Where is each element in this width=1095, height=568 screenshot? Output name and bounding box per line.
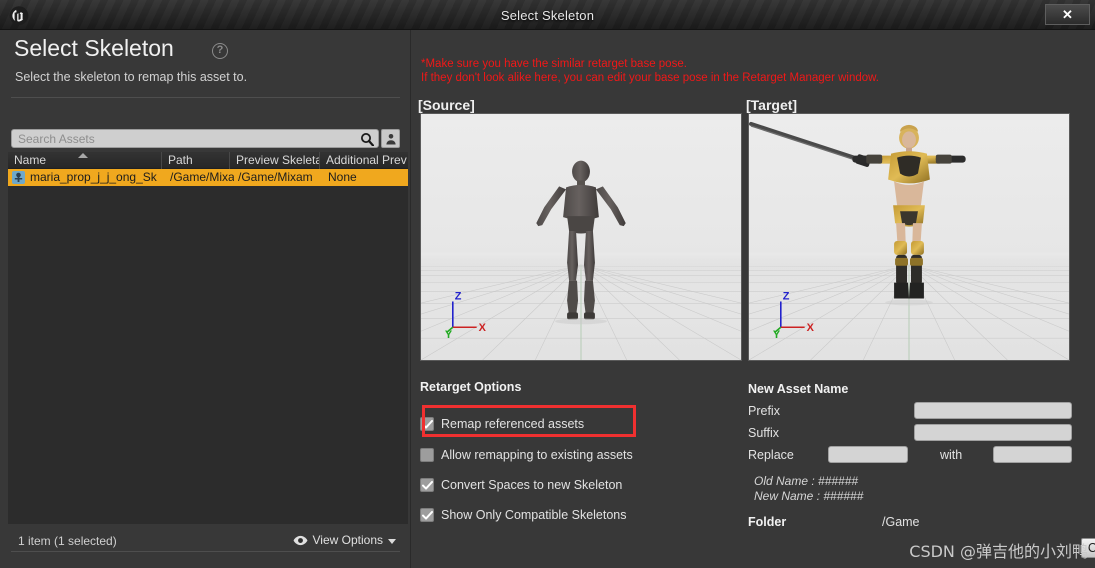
svg-text:Y: Y xyxy=(445,329,453,341)
select-skeleton-dialog: Select Skeleton ✕ Select Skeleton ? Sele… xyxy=(0,0,1095,568)
window-titlebar: Select Skeleton ✕ xyxy=(0,0,1095,30)
replace-input[interactable] xyxy=(829,448,907,464)
with-field[interactable] xyxy=(993,446,1072,464)
retarget-preview-panel: *Make sure you have the similar retarget… xyxy=(412,30,1095,568)
checkbox-convert-spaces-new-skeleton[interactable]: Convert Spaces to new Skeleton xyxy=(420,477,720,493)
folder-label: Folder xyxy=(748,515,787,529)
source-label: [Source] xyxy=(418,97,475,113)
with-input[interactable] xyxy=(994,448,1071,464)
folder-value: /Game xyxy=(882,515,920,529)
source-viewport-render: Z X Y xyxy=(421,114,741,360)
asset-picker-panel: Select Skeleton ? Select the skeleton to… xyxy=(0,30,411,568)
column-header-preview-skeletal[interactable]: Preview Skeleta xyxy=(230,152,320,169)
sort-ascending-icon xyxy=(78,153,88,158)
skeleton-asset-icon xyxy=(8,169,26,186)
svg-text:X: X xyxy=(479,322,487,334)
watermark: CSDN @弹吉他的小刘鸭 xyxy=(909,542,1088,561)
column-header-additional-preview[interactable]: Additional Prev xyxy=(320,152,408,169)
checkbox-label: Allow remapping to existing assets xyxy=(441,448,633,462)
eye-icon xyxy=(293,535,307,545)
replace-label: Replace xyxy=(748,448,794,462)
window-title: Select Skeleton xyxy=(500,7,595,23)
suffix-input[interactable] xyxy=(915,426,1071,442)
cell-path: /Game/Mixa xyxy=(170,170,234,184)
cell-additional-preview: None xyxy=(328,170,357,184)
checkbox-allow-remapping-existing-assets[interactable]: Allow remapping to existing assets xyxy=(420,447,720,463)
item-count-status: 1 item (1 selected) xyxy=(18,534,117,548)
asset-table-header: Name Path Preview Skeleta Additional Pre… xyxy=(8,152,408,169)
page-subtitle: Select the skeleton to remap this asset … xyxy=(15,70,248,84)
view-options-label: View Options xyxy=(312,533,383,547)
asset-list[interactable]: maria_prop_j_j_ong_Sk /Game/Mixa /Game/M… xyxy=(8,169,408,524)
checkbox-label: Show Only Compatible Skeletons xyxy=(441,508,627,522)
svg-text:Z: Z xyxy=(783,291,790,303)
divider-top xyxy=(11,97,400,98)
prefix-field[interactable] xyxy=(914,402,1072,420)
help-icon[interactable]: ? xyxy=(212,43,228,59)
prefix-input[interactable] xyxy=(915,404,1071,420)
prefix-label: Prefix xyxy=(748,404,780,418)
target-viewport-render: Z X Y xyxy=(749,114,1069,360)
cell-name: maria_prop_j_j_ong_Sk xyxy=(30,170,157,184)
person-filter-icon[interactable] xyxy=(381,129,400,148)
divider-bottom xyxy=(11,551,400,552)
suffix-field[interactable] xyxy=(914,424,1072,442)
checkbox-label: Remap referenced assets xyxy=(441,417,585,431)
svg-text:Z: Z xyxy=(455,291,462,303)
new-asset-name-section: New Asset Name Prefix Suffix Replace wit… xyxy=(748,382,1088,532)
close-icon: ✕ xyxy=(1062,6,1073,22)
checkbox-checked-icon xyxy=(420,508,434,522)
cell-preview-skeletal: /Game/Mixam xyxy=(238,170,313,184)
checkbox-checked-icon xyxy=(420,478,434,492)
checkbox-label: Convert Spaces to new Skeleton xyxy=(441,478,623,492)
checkbox-unchecked-icon xyxy=(420,448,434,462)
search-box[interactable] xyxy=(11,129,379,148)
page-title: Select Skeleton xyxy=(14,35,174,61)
with-label: with xyxy=(940,448,963,462)
magnifier-icon[interactable] xyxy=(360,132,374,146)
retarget-options-title: Retarget Options xyxy=(420,380,522,394)
view-options-button[interactable]: View Options xyxy=(293,533,396,547)
chevron-down-icon xyxy=(388,538,396,544)
retarget-warning-text: *Make sure you have the similar retarget… xyxy=(421,58,880,84)
checkbox-remap-referenced-assets[interactable]: Remap referenced assets xyxy=(420,416,720,432)
suffix-label: Suffix xyxy=(748,426,780,440)
checkbox-show-only-compatible-skeletons[interactable]: Show Only Compatible Skeletons xyxy=(420,507,720,523)
table-row[interactable]: maria_prop_j_j_ong_Sk /Game/Mixa /Game/M… xyxy=(8,169,408,186)
new-asset-name-title: New Asset Name xyxy=(748,382,849,396)
column-header-name-label: Name xyxy=(14,153,47,167)
search-row xyxy=(11,129,400,148)
close-button[interactable]: ✕ xyxy=(1045,4,1090,25)
new-name-text: New Name : ###### xyxy=(754,489,864,503)
column-header-path[interactable]: Path xyxy=(162,152,230,169)
target-viewport[interactable]: Z X Y xyxy=(748,113,1070,361)
search-input[interactable] xyxy=(12,131,378,146)
replace-field[interactable] xyxy=(828,446,908,464)
svg-text:X: X xyxy=(807,322,815,334)
column-header-name[interactable]: Name xyxy=(8,152,162,169)
checkbox-checked-icon xyxy=(420,417,434,431)
svg-text:Y: Y xyxy=(773,329,781,341)
target-label: [Target] xyxy=(746,97,798,113)
retarget-options-section: Retarget Options Remap referenced assets… xyxy=(420,380,720,523)
old-name-text: Old Name : ###### xyxy=(754,474,859,488)
source-viewport[interactable]: Z X Y xyxy=(420,113,742,361)
